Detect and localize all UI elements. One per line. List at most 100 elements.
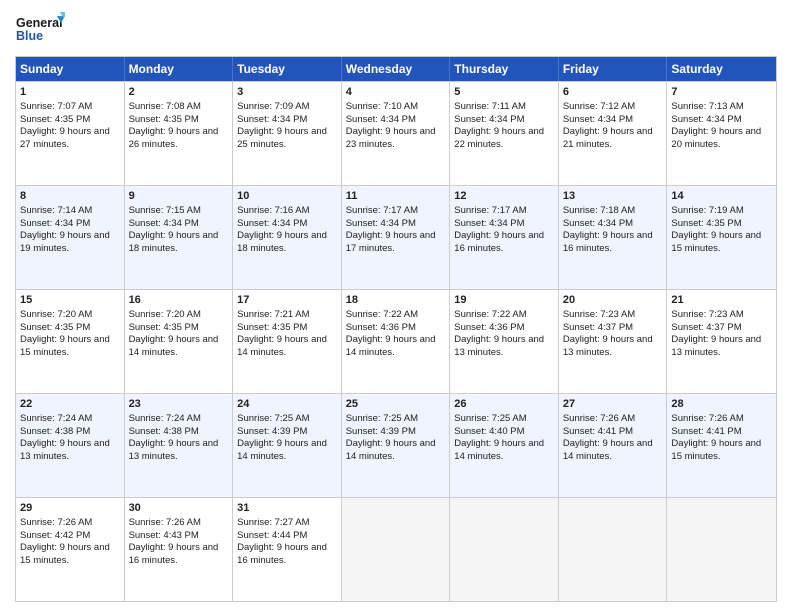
daylight-label: Daylight: 9 hours and 25 minutes. <box>237 126 327 150</box>
sunset-label: Sunset: 4:34 PM <box>563 114 633 125</box>
sunset-label: Sunset: 4:34 PM <box>454 114 524 125</box>
day-number: 8 <box>20 189 120 204</box>
day-number: 26 <box>454 397 554 412</box>
sunrise-label: Sunrise: 7:20 AM <box>129 309 201 320</box>
day-cell-23: 23 Sunrise: 7:24 AM Sunset: 4:38 PM Dayl… <box>125 394 234 497</box>
sunrise-label: Sunrise: 7:17 AM <box>346 205 418 216</box>
sunrise-label: Sunrise: 7:13 AM <box>671 101 743 112</box>
day-cell-26: 26 Sunrise: 7:25 AM Sunset: 4:40 PM Dayl… <box>450 394 559 497</box>
day-cell-17: 17 Sunrise: 7:21 AM Sunset: 4:35 PM Dayl… <box>233 290 342 393</box>
day-cell-14: 14 Sunrise: 7:19 AM Sunset: 4:35 PM Dayl… <box>667 186 776 289</box>
day-cell-24: 24 Sunrise: 7:25 AM Sunset: 4:39 PM Dayl… <box>233 394 342 497</box>
page: General Blue SundayMondayTuesdayWednesda… <box>0 0 792 612</box>
day-cell-30: 30 Sunrise: 7:26 AM Sunset: 4:43 PM Dayl… <box>125 498 234 601</box>
day-number: 9 <box>129 189 229 204</box>
day-cell-18: 18 Sunrise: 7:22 AM Sunset: 4:36 PM Dayl… <box>342 290 451 393</box>
week-row-4: 22 Sunrise: 7:24 AM Sunset: 4:38 PM Dayl… <box>16 393 776 497</box>
sunset-label: Sunset: 4:34 PM <box>237 218 307 229</box>
daylight-label: Daylight: 9 hours and 16 minutes. <box>129 542 219 566</box>
sunset-label: Sunset: 4:38 PM <box>20 426 90 437</box>
sunset-label: Sunset: 4:34 PM <box>129 218 199 229</box>
sunset-label: Sunset: 4:35 PM <box>20 322 90 333</box>
sunset-label: Sunset: 4:41 PM <box>671 426 741 437</box>
header: General Blue <box>15 10 777 50</box>
day-cell-4: 4 Sunrise: 7:10 AM Sunset: 4:34 PM Dayli… <box>342 82 451 185</box>
day-cell-16: 16 Sunrise: 7:20 AM Sunset: 4:35 PM Dayl… <box>125 290 234 393</box>
daylight-label: Daylight: 9 hours and 14 minutes. <box>346 438 436 462</box>
day-number: 17 <box>237 293 337 308</box>
sunrise-label: Sunrise: 7:17 AM <box>454 205 526 216</box>
sunrise-label: Sunrise: 7:22 AM <box>346 309 418 320</box>
logo-svg: General Blue <box>15 10 65 50</box>
day-cell-2: 2 Sunrise: 7:08 AM Sunset: 4:35 PM Dayli… <box>125 82 234 185</box>
day-number: 19 <box>454 293 554 308</box>
day-cell-6: 6 Sunrise: 7:12 AM Sunset: 4:34 PM Dayli… <box>559 82 668 185</box>
daylight-label: Daylight: 9 hours and 27 minutes. <box>20 126 110 150</box>
sunrise-label: Sunrise: 7:25 AM <box>237 413 309 424</box>
sunrise-label: Sunrise: 7:24 AM <box>129 413 201 424</box>
day-number: 6 <box>563 85 663 100</box>
daylight-label: Daylight: 9 hours and 18 minutes. <box>237 230 327 254</box>
sunset-label: Sunset: 4:35 PM <box>129 322 199 333</box>
day-number: 12 <box>454 189 554 204</box>
day-cell-10: 10 Sunrise: 7:16 AM Sunset: 4:34 PM Dayl… <box>233 186 342 289</box>
week-row-2: 8 Sunrise: 7:14 AM Sunset: 4:34 PM Dayli… <box>16 185 776 289</box>
sunrise-label: Sunrise: 7:26 AM <box>129 517 201 528</box>
day-number: 20 <box>563 293 663 308</box>
day-number: 27 <box>563 397 663 412</box>
day-cell-19: 19 Sunrise: 7:22 AM Sunset: 4:36 PM Dayl… <box>450 290 559 393</box>
day-cell-25: 25 Sunrise: 7:25 AM Sunset: 4:39 PM Dayl… <box>342 394 451 497</box>
calendar-header: SundayMondayTuesdayWednesdayThursdayFrid… <box>16 57 776 81</box>
day-cell-31: 31 Sunrise: 7:27 AM Sunset: 4:44 PM Dayl… <box>233 498 342 601</box>
day-cell-11: 11 Sunrise: 7:17 AM Sunset: 4:34 PM Dayl… <box>342 186 451 289</box>
sunset-label: Sunset: 4:35 PM <box>129 114 199 125</box>
logo: General Blue <box>15 10 65 50</box>
sunrise-label: Sunrise: 7:20 AM <box>20 309 92 320</box>
calendar: SundayMondayTuesdayWednesdayThursdayFrid… <box>15 56 777 602</box>
day-cell-28: 28 Sunrise: 7:26 AM Sunset: 4:41 PM Dayl… <box>667 394 776 497</box>
sunrise-label: Sunrise: 7:25 AM <box>346 413 418 424</box>
day-number: 22 <box>20 397 120 412</box>
sunset-label: Sunset: 4:35 PM <box>237 322 307 333</box>
day-header-saturday: Saturday <box>667 57 776 81</box>
day-number: 30 <box>129 501 229 516</box>
empty-cell <box>342 498 451 601</box>
day-number: 24 <box>237 397 337 412</box>
day-cell-13: 13 Sunrise: 7:18 AM Sunset: 4:34 PM Dayl… <box>559 186 668 289</box>
sunrise-label: Sunrise: 7:26 AM <box>563 413 635 424</box>
sunrise-label: Sunrise: 7:09 AM <box>237 101 309 112</box>
daylight-label: Daylight: 9 hours and 18 minutes. <box>129 230 219 254</box>
sunrise-label: Sunrise: 7:10 AM <box>346 101 418 112</box>
day-number: 23 <box>129 397 229 412</box>
sunset-label: Sunset: 4:43 PM <box>129 530 199 541</box>
empty-cell <box>559 498 668 601</box>
sunset-label: Sunset: 4:36 PM <box>346 322 416 333</box>
sunset-label: Sunset: 4:37 PM <box>563 322 633 333</box>
day-number: 7 <box>671 85 772 100</box>
sunset-label: Sunset: 4:34 PM <box>454 218 524 229</box>
day-cell-5: 5 Sunrise: 7:11 AM Sunset: 4:34 PM Dayli… <box>450 82 559 185</box>
daylight-label: Daylight: 9 hours and 15 minutes. <box>20 542 110 566</box>
day-header-monday: Monday <box>125 57 234 81</box>
day-number: 4 <box>346 85 446 100</box>
daylight-label: Daylight: 9 hours and 14 minutes. <box>129 334 219 358</box>
day-number: 2 <box>129 85 229 100</box>
svg-text:Blue: Blue <box>16 29 43 43</box>
daylight-label: Daylight: 9 hours and 13 minutes. <box>563 334 653 358</box>
sunset-label: Sunset: 4:35 PM <box>20 114 90 125</box>
daylight-label: Daylight: 9 hours and 14 minutes. <box>237 334 327 358</box>
sunset-label: Sunset: 4:34 PM <box>237 114 307 125</box>
sunset-label: Sunset: 4:35 PM <box>671 218 741 229</box>
day-number: 11 <box>346 189 446 204</box>
sunset-label: Sunset: 4:39 PM <box>346 426 416 437</box>
sunset-label: Sunset: 4:34 PM <box>563 218 633 229</box>
daylight-label: Daylight: 9 hours and 20 minutes. <box>671 126 761 150</box>
day-cell-15: 15 Sunrise: 7:20 AM Sunset: 4:35 PM Dayl… <box>16 290 125 393</box>
day-cell-22: 22 Sunrise: 7:24 AM Sunset: 4:38 PM Dayl… <box>16 394 125 497</box>
sunset-label: Sunset: 4:39 PM <box>237 426 307 437</box>
day-number: 13 <box>563 189 663 204</box>
daylight-label: Daylight: 9 hours and 22 minutes. <box>454 126 544 150</box>
sunset-label: Sunset: 4:34 PM <box>20 218 90 229</box>
sunset-label: Sunset: 4:38 PM <box>129 426 199 437</box>
week-row-5: 29 Sunrise: 7:26 AM Sunset: 4:42 PM Dayl… <box>16 497 776 601</box>
